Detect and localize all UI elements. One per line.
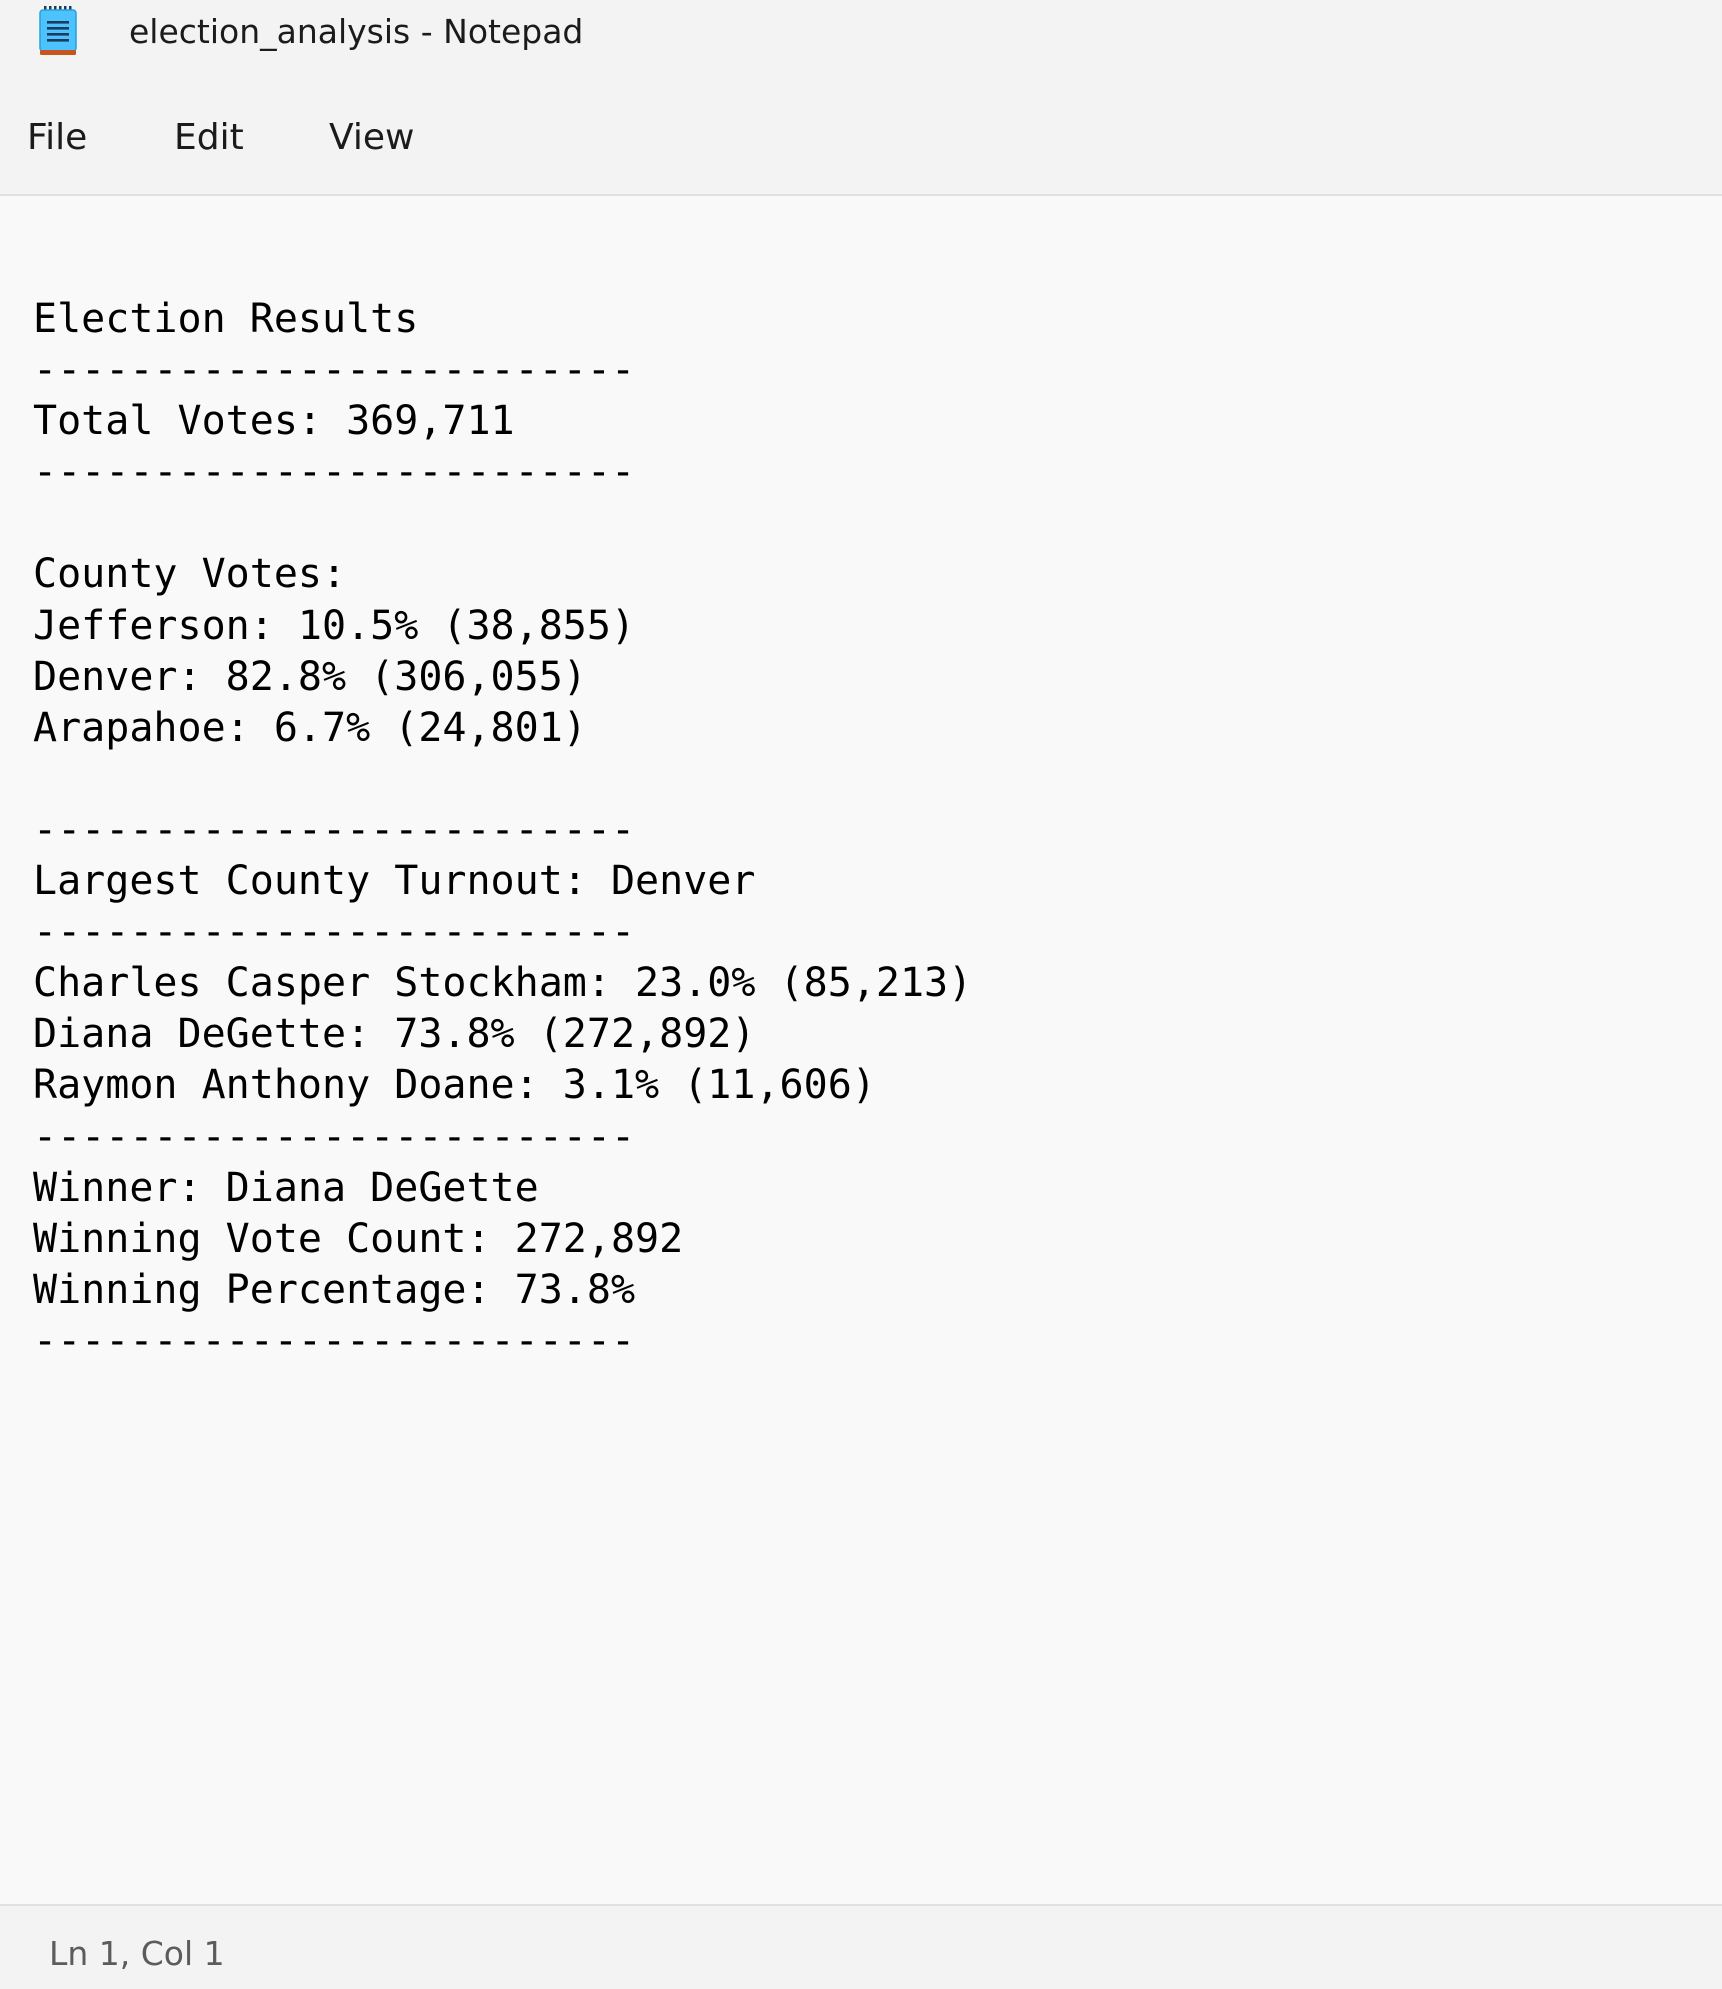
menu-bar: File Edit View (0, 72, 1722, 196)
document-line: ------------------------- (33, 1317, 636, 1364)
document-line: Winner: Diana DeGette (33, 1164, 539, 1211)
document-line: Charles Casper Stockham: 23.0% (85,213) (33, 960, 973, 1007)
notepad-window: election_analysis - Notepad File Edit Vi… (0, 0, 1722, 1989)
document-line: Denver: 82.8% (306,055) (33, 653, 587, 700)
status-bar: Ln 1, Col 1 (0, 1904, 1722, 1989)
document-line: County Votes: (33, 551, 347, 598)
document-line: ------------------------- (33, 449, 636, 496)
menu-edit[interactable]: Edit (174, 116, 244, 160)
text-editor[interactable]: Election Results ------------------------… (0, 196, 1722, 1904)
document-line: Election Results (33, 296, 419, 342)
window-title: election_analysis - Notepad (129, 12, 584, 51)
document-line: ------------------------- (33, 806, 636, 853)
document-line (33, 754, 972, 805)
document-line (33, 498, 972, 549)
document-line: Largest County Turnout: Denver (33, 858, 756, 905)
menu-file[interactable]: File (27, 116, 87, 160)
notepad-icon (39, 6, 77, 55)
document-line: Raymon Anthony Doane: 3.1% (11,606) (33, 1062, 876, 1109)
document-line: Total Votes: 369,711 (33, 398, 515, 445)
cursor-position: Ln 1, Col 1 (49, 1934, 225, 1973)
document-line: Arapahoe: 6.7% (24,801) (33, 704, 587, 751)
document-text[interactable]: Election Results ------------------------… (33, 294, 972, 1367)
document-line: Winning Vote Count: 272,892 (33, 1215, 684, 1262)
menu-view[interactable]: View (329, 116, 414, 160)
document-line: Winning Percentage: 73.8% (33, 1266, 636, 1313)
document-line: ------------------------- (33, 1113, 636, 1160)
title-bar[interactable]: election_analysis - Notepad (0, 0, 1722, 72)
document-line: Diana DeGette: 73.8% (272,892) (33, 1011, 756, 1058)
document-line: Jefferson: 10.5% (38,855) (33, 602, 636, 649)
document-line: ------------------------- (33, 347, 636, 394)
document-line: ------------------------- (33, 909, 636, 956)
